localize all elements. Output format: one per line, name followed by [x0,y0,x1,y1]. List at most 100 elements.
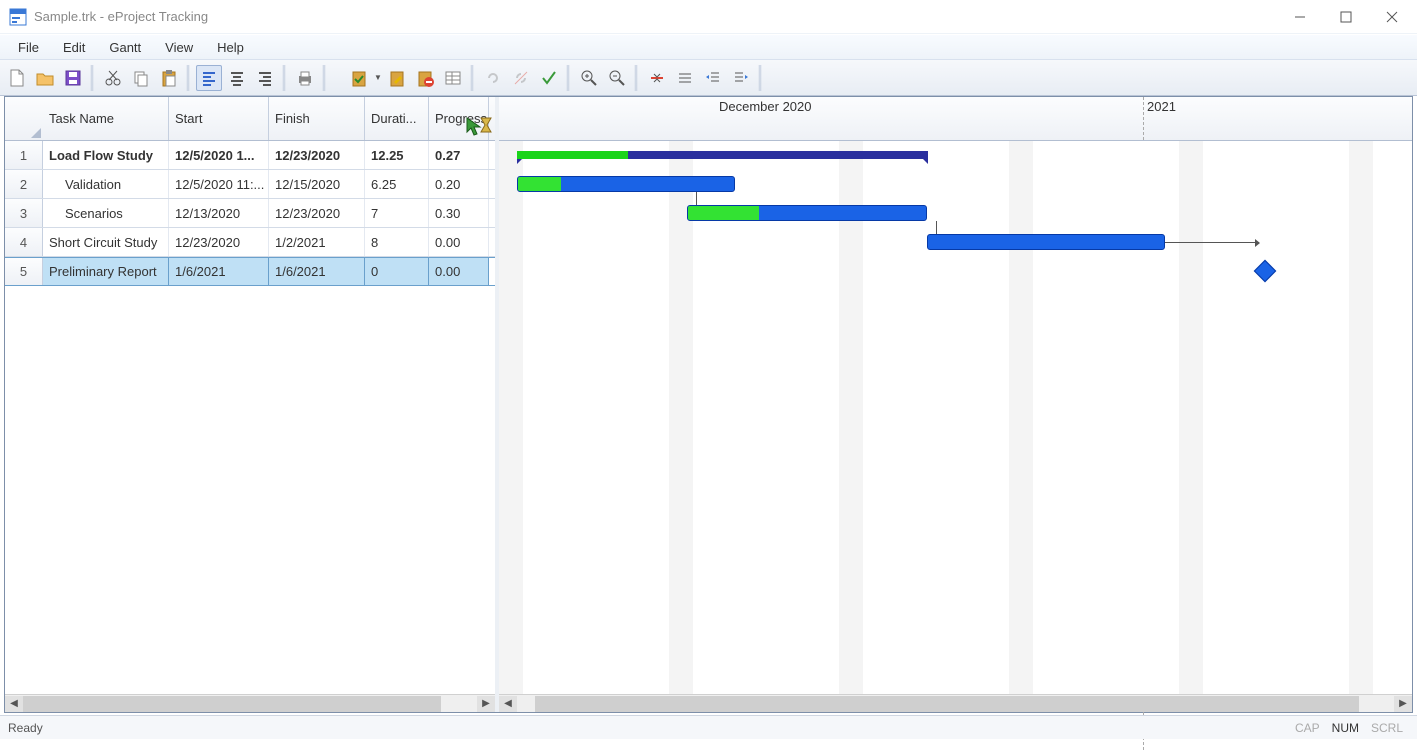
cell-start[interactable]: 12/5/2020 11:... [169,170,269,198]
col-start[interactable]: Start [169,97,269,140]
maximize-button[interactable] [1323,2,1369,32]
grid-corner[interactable] [5,97,43,140]
table-row[interactable]: 1Load Flow Study12/5/2020 1...12/23/2020… [5,141,495,170]
align-left-icon[interactable] [196,65,222,91]
cell-progress[interactable]: 0.00 [429,228,489,256]
row-number[interactable]: 3 [5,199,43,227]
scroll-right-icon[interactable]: ▶ [1394,696,1412,712]
cell-duration[interactable]: 6.25 [365,170,429,198]
save-icon[interactable] [60,65,86,91]
row-number[interactable]: 1 [5,141,43,169]
task-bar[interactable] [517,176,735,192]
summary-bar[interactable] [517,151,928,159]
cell-name[interactable]: Short Circuit Study [43,228,169,256]
toolbar: ▼ [0,60,1417,96]
scroll-left-icon[interactable]: ◀ [499,696,517,712]
col-duration[interactable]: Durati... [365,97,429,140]
table-row[interactable]: 5Preliminary Report1/6/20211/6/202100.00 [5,257,495,286]
menu-gantt[interactable]: Gantt [97,38,153,57]
grid-header: Task Name Start Finish Durati... Progres… [5,97,495,141]
expand-icon[interactable] [672,65,698,91]
cell-name[interactable]: Load Flow Study [43,141,169,169]
clipboard-remove-icon[interactable] [412,65,438,91]
menu-edit[interactable]: Edit [51,38,97,57]
cell-finish[interactable]: 1/6/2021 [269,258,365,285]
gantt-body[interactable] [499,141,1412,694]
unlink-icon[interactable] [508,65,534,91]
toolbar-separator [470,65,476,91]
cell-duration[interactable]: 12.25 [365,141,429,169]
cell-start[interactable]: 12/5/2020 1... [169,141,269,169]
align-right-icon[interactable] [252,65,278,91]
cell-start[interactable]: 1/6/2021 [169,258,269,285]
print-icon[interactable] [292,65,318,91]
close-button[interactable] [1369,2,1415,32]
indent-right-icon[interactable] [728,65,754,91]
zoom-in-icon[interactable] [576,65,602,91]
titlebar: Sample.trk - eProject Tracking [0,0,1417,34]
cell-duration[interactable]: 7 [365,199,429,227]
cell-finish[interactable]: 12/23/2020 [269,199,365,227]
paste-icon[interactable] [156,65,182,91]
cell-progress[interactable]: 0.20 [429,170,489,198]
menu-file[interactable]: File [6,38,51,57]
minimize-button[interactable] [1277,2,1323,32]
cell-finish[interactable]: 12/23/2020 [269,141,365,169]
clipboard-check-icon[interactable] [346,65,372,91]
cell-duration[interactable]: 8 [365,228,429,256]
toolbar-separator [634,65,640,91]
cell-progress[interactable]: 0.27 [429,141,489,169]
cut-icon[interactable] [100,65,126,91]
gantt-row [499,199,1412,228]
checkmark-icon[interactable] [536,65,562,91]
task-grid[interactable]: Task Name Start Finish Durati... Progres… [5,97,495,712]
menu-view[interactable]: View [153,38,205,57]
cell-start[interactable]: 12/13/2020 [169,199,269,227]
milestone[interactable] [1254,260,1277,283]
month-label: December 2020 [719,99,812,114]
status-cap: CAP [1289,721,1326,735]
app-icon [8,7,28,27]
window-title: Sample.trk - eProject Tracking [34,9,1277,24]
cell-name[interactable]: Validation [43,170,169,198]
grid-hscroll[interactable]: ◀ ▶ [5,694,495,712]
cell-start[interactable]: 12/23/2020 [169,228,269,256]
table-row[interactable]: 2Validation12/5/2020 11:...12/15/20206.2… [5,170,495,199]
indent-left-icon[interactable] [700,65,726,91]
cell-name[interactable]: Preliminary Report [43,258,169,285]
task-bar[interactable] [687,205,927,221]
clipboard-edit-icon[interactable] [384,65,410,91]
menubar: File Edit Gantt View Help [0,34,1417,60]
copy-icon[interactable] [128,65,154,91]
link-icon[interactable] [480,65,506,91]
table-icon[interactable] [440,65,466,91]
row-number[interactable]: 4 [5,228,43,256]
cell-progress[interactable]: 0.30 [429,199,489,227]
table-row[interactable]: 4Short Circuit Study12/23/20201/2/202180… [5,228,495,257]
align-center-icon[interactable] [224,65,250,91]
col-task-name[interactable]: Task Name [43,97,169,140]
cell-finish[interactable]: 12/15/2020 [269,170,365,198]
row-number[interactable]: 5 [5,258,43,285]
status-scrl: SCRL [1365,721,1409,735]
task-bar[interactable] [927,234,1165,250]
scroll-left-icon[interactable]: ◀ [5,696,23,712]
cell-name[interactable]: Scenarios [43,199,169,227]
toolbar-separator [90,65,96,91]
zoom-out-icon[interactable] [604,65,630,91]
row-number[interactable]: 2 [5,170,43,198]
task-grid-pane: Task Name Start Finish Durati... Progres… [5,97,499,712]
open-file-icon[interactable] [32,65,58,91]
toolbar-separator [186,65,192,91]
cell-progress[interactable]: 0.00 [429,258,489,285]
col-finish[interactable]: Finish [269,97,365,140]
scroll-right-icon[interactable]: ▶ [477,696,495,712]
table-row[interactable]: 3Scenarios12/13/202012/23/202070.30 [5,199,495,228]
collapse-icon[interactable] [644,65,670,91]
menu-help[interactable]: Help [205,38,256,57]
cell-duration[interactable]: 0 [365,258,429,285]
new-file-icon[interactable] [4,65,30,91]
cell-finish[interactable]: 1/2/2021 [269,228,365,256]
col-progress[interactable]: Progress [429,97,489,140]
gantt-hscroll[interactable]: ◀ ▶ [499,694,1412,712]
